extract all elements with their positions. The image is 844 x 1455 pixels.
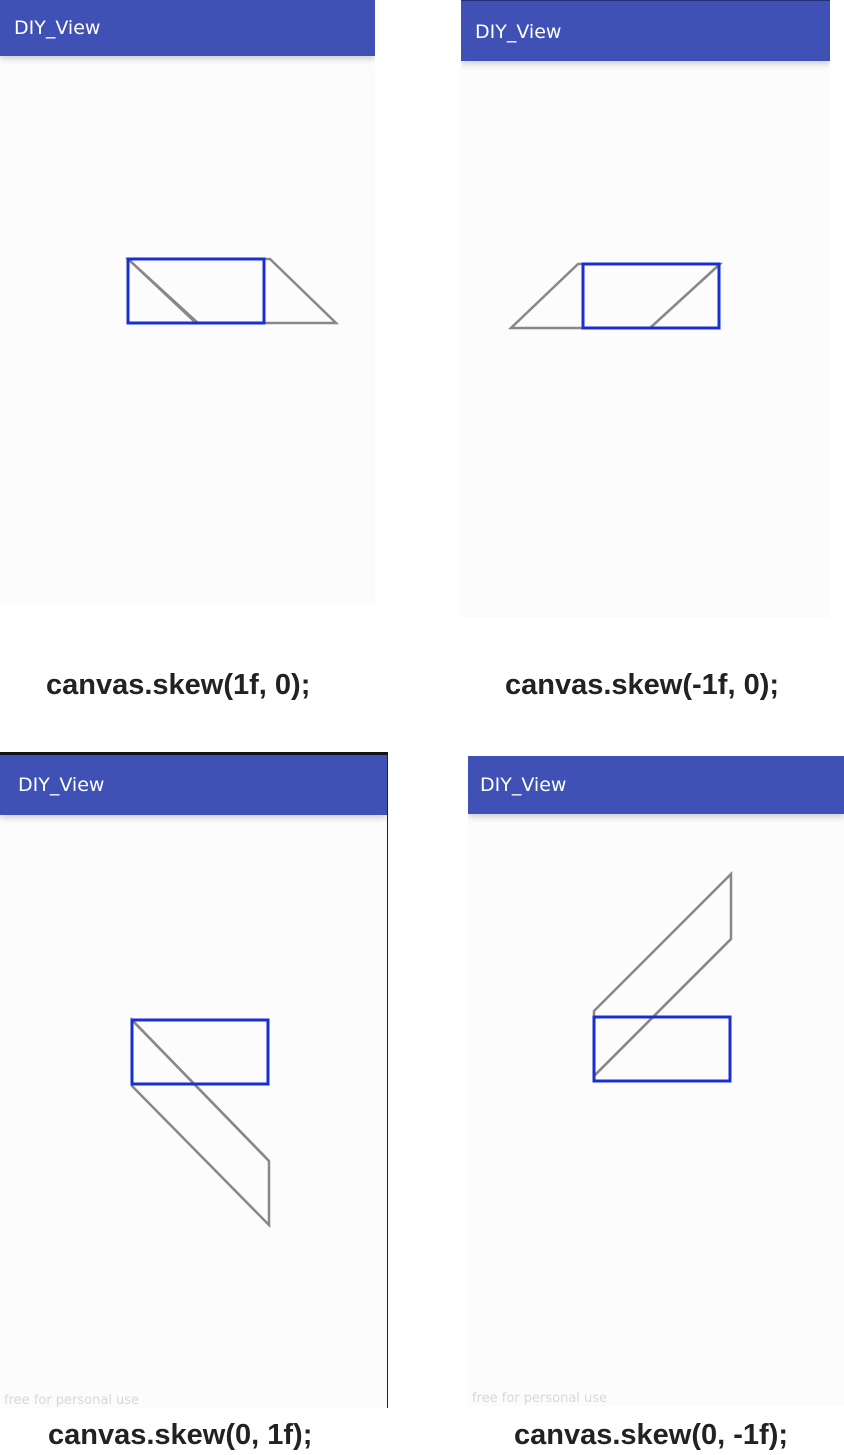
- screenshot-skew-y-positive: DIY_View free for personal use: [0, 752, 388, 1408]
- skewed-diagonal-edge: [127, 258, 199, 324]
- skewed-parallelogram: [592, 870, 733, 1080]
- skewed-diagonal-edge: [649, 263, 721, 329]
- reference-rectangle: [126, 257, 266, 325]
- skewed-diagonal-edge: [131, 1019, 270, 1162]
- caption-skew-x-positive: canvas.skew(1f, 0);: [46, 669, 311, 701]
- watermark-text: free for personal use: [4, 1393, 140, 1408]
- custom-view-canvas: [592, 870, 733, 1083]
- skewed-parallelogram: [507, 262, 724, 330]
- reference-rectangle: [130, 1018, 270, 1086]
- caption-skew-y-negative: canvas.skew(0, -1f);: [514, 1419, 789, 1451]
- custom-view-canvas: [124, 257, 340, 325]
- skewed-parallelogram: [124, 257, 340, 325]
- custom-view-canvas: [130, 1016, 271, 1229]
- caption-skew-x-negative: canvas.skew(-1f, 0);: [505, 669, 780, 701]
- screenshot-skew-x-positive: DIY_View: [0, 0, 375, 605]
- reference-rectangle: [592, 1015, 732, 1083]
- watermark-text: free for personal use: [472, 1391, 608, 1406]
- custom-view-canvas: [507, 262, 724, 330]
- caption-skew-y-positive: canvas.skew(0, 1f);: [48, 1419, 313, 1451]
- reference-rectangle: [581, 262, 721, 330]
- screenshot-skew-x-negative: DIY_View: [461, 0, 830, 618]
- skewed-parallelogram: [130, 1016, 271, 1229]
- skewed-diagonal-edge: [593, 938, 732, 1077]
- screenshot-skew-y-negative: DIY_View free for personal use: [468, 756, 844, 1406]
